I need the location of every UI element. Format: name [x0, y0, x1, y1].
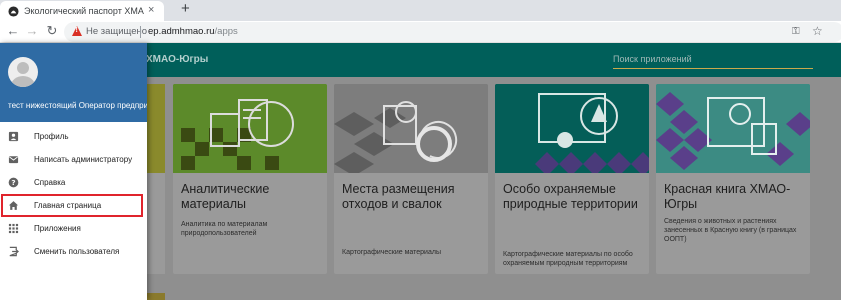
- menu-label: Сменить пользователя: [34, 247, 120, 256]
- protected-areas-card-image: [495, 84, 649, 173]
- omnibox-divider: [140, 26, 141, 38]
- user-name: тест нижестоящий Оператор предприятия: [8, 101, 147, 110]
- forward-icon[interactable]: →: [25, 24, 39, 38]
- avatar-head: [17, 62, 29, 74]
- menu-item-apps[interactable]: Приложения: [0, 217, 147, 240]
- card-title: Красная книга ХМАО-Югры: [664, 182, 791, 211]
- apps-icon: [8, 223, 19, 234]
- account-box-icon: [8, 131, 19, 142]
- card-title: Аналитические материалы: [181, 182, 270, 211]
- menu-label: Главная страница: [34, 201, 102, 210]
- protected-areas-illustration-icon: [495, 84, 649, 173]
- card-description: Картографические материалы: [342, 249, 441, 256]
- menu-item-write-admin[interactable]: Написать администратору: [0, 148, 147, 171]
- menu-label: Профиль: [34, 132, 69, 141]
- app-card-protected-areas[interactable]: Особо охраняемые природные территории Ка…: [495, 84, 649, 274]
- menu-item-home[interactable]: Главная страница: [1, 194, 143, 217]
- partial-card-image: [147, 84, 165, 173]
- tab-title: Экологический паспорт ХМАО-: [24, 6, 144, 16]
- key-icon[interactable]: ⚿: [792, 26, 800, 37]
- site-favicon-icon: [8, 6, 19, 17]
- address-bar[interactable]: Не защищено ep.admhmao.ru/apps ⚿ ☆: [64, 22, 841, 42]
- exit-icon: [9, 246, 19, 257]
- browser-tabstrip: Экологический паспорт ХМАО- × +: [0, 0, 841, 21]
- menu-item-help[interactable]: ? Справка: [0, 171, 147, 194]
- back-icon[interactable]: ←: [6, 24, 20, 38]
- browser-toolbar: ← → ↻ Не защищено ep.admhmao.ru/apps ⚿ ☆: [0, 21, 841, 43]
- search-input[interactable]: Поиск приложений: [613, 51, 813, 69]
- url-host: ep.admhmao.ru: [148, 26, 215, 37]
- warning-icon: [72, 26, 82, 36]
- home-icon: [8, 201, 19, 210]
- svg-text:?: ?: [11, 178, 15, 187]
- red-book-illustration-icon: [656, 84, 810, 173]
- mail-icon: [8, 156, 19, 164]
- not-secure-label[interactable]: Не защищено: [86, 26, 147, 37]
- menu-item-switch-user[interactable]: Сменить пользователя: [0, 240, 147, 263]
- app-card-red-book[interactable]: Красная книга ХМАО-Югры Сведения о живот…: [656, 84, 810, 274]
- menu-label: Справка: [34, 178, 66, 187]
- menu-item-profile[interactable]: Профиль: [0, 125, 147, 148]
- card-description: Сведения о животных и растениях занесенн…: [664, 218, 797, 243]
- app-title: ХМАО-Югры: [146, 54, 209, 65]
- menu-label: Написать администратору: [34, 155, 133, 164]
- search-placeholder: Поиск приложений: [613, 54, 692, 64]
- card-description: Аналитика по материалам природопользоват…: [181, 221, 268, 237]
- url-text[interactable]: ep.admhmao.ru/apps: [148, 26, 238, 37]
- red-book-card-image: [656, 84, 810, 173]
- partial-card-bottom: [147, 293, 165, 300]
- new-tab-button[interactable]: +: [181, 1, 190, 17]
- avatar[interactable]: [8, 57, 38, 87]
- browser-tab[interactable]: Экологический паспорт ХМАО- ×: [0, 1, 164, 21]
- app-card-analytics[interactable]: Аналитические материалы Аналитика по мат…: [173, 84, 327, 274]
- card-title: Особо охраняемые природные территории: [503, 182, 638, 211]
- analytics-illustration-icon: [173, 84, 327, 173]
- tab-close-icon[interactable]: ×: [148, 4, 154, 16]
- card-title: Места размещения отходов и свалок: [342, 182, 455, 211]
- card-description: Картографические материалы по особо охра…: [503, 251, 633, 267]
- app-card-waste[interactable]: Места размещения отходов и свалок Картог…: [334, 84, 488, 274]
- menu-label: Приложения: [34, 224, 81, 233]
- navigation-drawer: тест нижестоящий Оператор предприятия Пр…: [0, 43, 147, 300]
- url-path: /apps: [214, 26, 238, 37]
- bookmark-star-icon[interactable]: ☆: [812, 24, 823, 38]
- reload-icon[interactable]: ↻: [45, 24, 59, 38]
- waste-card-image: [334, 84, 488, 173]
- drawer-header: тест нижестоящий Оператор предприятия: [0, 43, 147, 122]
- waste-illustration-icon: [334, 84, 488, 173]
- partial-card: [147, 84, 165, 274]
- drawer-menu: Профиль Написать администратору ? Справк…: [0, 125, 147, 263]
- analytics-card-image: [173, 84, 327, 173]
- help-icon: ?: [8, 177, 19, 188]
- avatar-body: [11, 76, 35, 87]
